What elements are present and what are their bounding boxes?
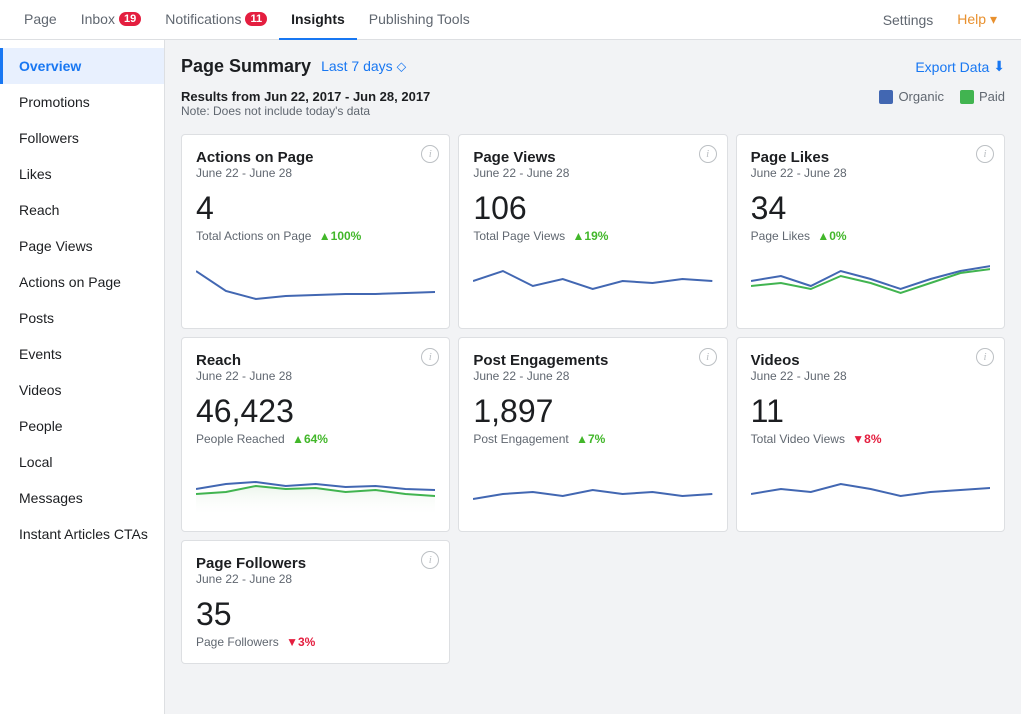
trend-arrow: ▼8% [852, 432, 881, 446]
legend-paid: Paid [960, 89, 1005, 104]
page-summary-header: Page Summary Last 7 days ⬦ Export Data ⬇ [181, 56, 1005, 77]
card-post-engagements: i Post Engagements June 22 - June 28 1,8… [458, 337, 727, 532]
card-title: Videos [751, 352, 990, 369]
sidebar-item-promotions[interactable]: Promotions [0, 84, 164, 120]
date-range-text: Results from Jun 22, 2017 - Jun 28, 2017… [181, 89, 430, 118]
card-period: June 22 - June 28 [473, 166, 712, 180]
card-page-followers: i Page Followers June 22 - June 28 35 Pa… [181, 540, 450, 664]
sidebar-item-actions-on-page[interactable]: Actions on Page [0, 264, 164, 300]
trend-arrow: ▲0% [817, 229, 846, 243]
card-label: Total Video Views ▼8% [751, 432, 990, 446]
nav-item-inbox[interactable]: Inbox 19 [69, 0, 154, 40]
card-videos: i Videos June 22 - June 28 11 Total Vide… [736, 337, 1005, 532]
card-label: Post Engagement ▲7% [473, 432, 712, 446]
card-actions-on-page: i Actions on Page June 22 - June 28 4 To… [181, 134, 450, 329]
card-title: Actions on Page [196, 149, 435, 166]
card-period: June 22 - June 28 [196, 572, 435, 586]
sidebar-item-overview[interactable]: Overview [0, 48, 164, 84]
sidebar-item-local[interactable]: Local [0, 444, 164, 480]
card-period: June 22 - June 28 [196, 166, 435, 180]
nav-item-insights[interactable]: Insights [279, 0, 357, 40]
notifications-badge: 11 [245, 12, 267, 26]
legend-organic: Organic [879, 89, 944, 104]
card-value: 106 [473, 190, 712, 227]
export-icon: ⬇ [993, 58, 1005, 75]
date-range-bar: Results from Jun 22, 2017 - Jun 28, 2017… [181, 89, 1005, 118]
export-data-button[interactable]: Export Data ⬇ [915, 58, 1005, 75]
card-title: Page Views [473, 149, 712, 166]
card-value: 4 [196, 190, 435, 227]
sidebar-item-reach[interactable]: Reach [0, 192, 164, 228]
mini-chart-reach [196, 454, 435, 514]
mini-chart-post-engagements [473, 454, 712, 514]
card-title: Page Likes [751, 149, 990, 166]
trend-arrow: ▲100% [319, 229, 362, 243]
card-label: Page Followers ▼3% [196, 635, 435, 649]
mini-chart-page-likes [751, 251, 990, 311]
inbox-badge: 19 [119, 12, 141, 26]
card-info-icon[interactable]: i [421, 145, 439, 163]
nav-item-publishing-tools[interactable]: Publishing Tools [357, 0, 482, 40]
card-label: People Reached ▲64% [196, 432, 435, 446]
sidebar-item-page-views[interactable]: Page Views [0, 228, 164, 264]
card-title: Reach [196, 352, 435, 369]
mini-chart-actions [196, 251, 435, 311]
card-title: Post Engagements [473, 352, 712, 369]
sidebar-item-videos[interactable]: Videos [0, 372, 164, 408]
card-reach: i Reach June 22 - June 28 46,423 People … [181, 337, 450, 532]
sidebar-item-events[interactable]: Events [0, 336, 164, 372]
cards-grid-row3: i Page Followers June 22 - June 28 35 Pa… [181, 540, 1005, 664]
card-info-icon[interactable]: i [976, 348, 994, 366]
card-period: June 22 - June 28 [196, 369, 435, 383]
trend-arrow: ▲64% [292, 432, 328, 446]
sidebar: Overview Promotions Followers Likes Reac… [0, 40, 165, 714]
cards-grid-row2: i Reach June 22 - June 28 46,423 People … [181, 337, 1005, 532]
card-label: Page Likes ▲0% [751, 229, 990, 243]
card-value: 34 [751, 190, 990, 227]
period-selector[interactable]: Last 7 days ⬦ [321, 58, 406, 75]
nav-item-page[interactable]: Page [12, 0, 69, 40]
card-page-views: i Page Views June 22 - June 28 106 Total… [458, 134, 727, 329]
trend-arrow: ▼3% [286, 635, 315, 649]
card-value: 35 [196, 596, 435, 633]
mini-chart-page-views [473, 251, 712, 311]
nav-item-notifications[interactable]: Notifications 11 [153, 0, 279, 40]
card-label: Total Actions on Page ▲100% [196, 229, 435, 243]
cards-grid-row1: i Actions on Page June 22 - June 28 4 To… [181, 134, 1005, 329]
sidebar-item-instant-articles[interactable]: Instant Articles CTAs [0, 516, 164, 552]
card-period: June 22 - June 28 [473, 369, 712, 383]
card-title: Page Followers [196, 555, 435, 572]
page-summary-title: Page Summary [181, 56, 311, 77]
card-page-likes: i Page Likes June 22 - June 28 34 Page L… [736, 134, 1005, 329]
sidebar-item-messages[interactable]: Messages [0, 480, 164, 516]
card-info-icon[interactable]: i [421, 551, 439, 569]
trend-arrow: ▲19% [573, 229, 609, 243]
sidebar-item-people[interactable]: People [0, 408, 164, 444]
card-info-icon[interactable]: i [699, 145, 717, 163]
top-navigation: Page Inbox 19 Notifications 11 Insights … [0, 0, 1021, 40]
card-label: Total Page Views ▲19% [473, 229, 712, 243]
sidebar-item-likes[interactable]: Likes [0, 156, 164, 192]
main-content: Page Summary Last 7 days ⬦ Export Data ⬇… [165, 40, 1021, 714]
card-info-icon[interactable]: i [421, 348, 439, 366]
card-period: June 22 - June 28 [751, 369, 990, 383]
card-info-icon[interactable]: i [976, 145, 994, 163]
card-value: 1,897 [473, 393, 712, 430]
trend-arrow: ▲7% [576, 432, 605, 446]
card-value: 46,423 [196, 393, 435, 430]
card-value: 11 [751, 393, 990, 430]
nav-item-help[interactable]: Help ▾ [945, 0, 1009, 40]
card-period: June 22 - June 28 [751, 166, 990, 180]
nav-item-settings[interactable]: Settings [871, 0, 946, 40]
legend: Organic Paid [879, 89, 1005, 104]
sidebar-item-posts[interactable]: Posts [0, 300, 164, 336]
mini-chart-videos [751, 454, 990, 514]
sidebar-item-followers[interactable]: Followers [0, 120, 164, 156]
card-info-icon[interactable]: i [699, 348, 717, 366]
